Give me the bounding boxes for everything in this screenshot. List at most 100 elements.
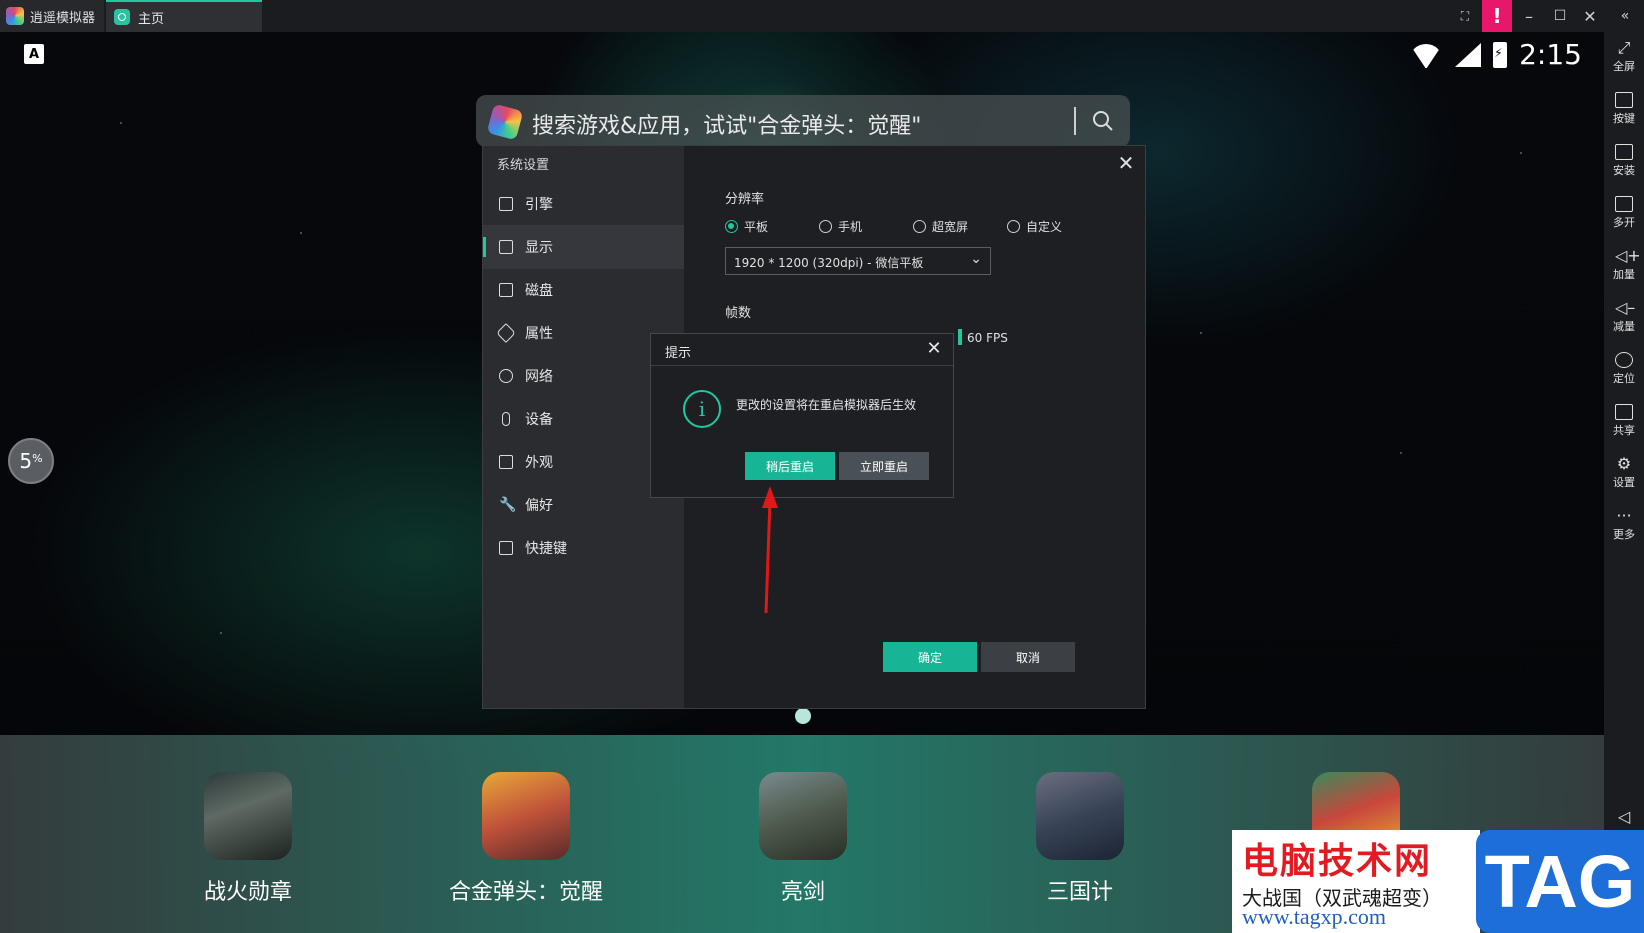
app-label: 三国计 xyxy=(1046,880,1113,905)
radio-phone[interactable]: 手机 xyxy=(819,218,862,235)
disk-icon xyxy=(499,283,513,297)
back-button[interactable]: ◁ xyxy=(1604,807,1644,826)
radio-button[interactable] xyxy=(725,220,738,233)
nav-label: 设备 xyxy=(525,412,553,428)
radio-button[interactable] xyxy=(913,220,926,233)
signal-icon xyxy=(1455,42,1482,67)
radio-label: 超宽屏 xyxy=(932,220,969,234)
app-sanguoji[interactable]: 三国计 xyxy=(970,772,1190,906)
more-icon: ··· xyxy=(1616,506,1632,525)
watermark-site-name: 电脑技术网 xyxy=(1242,841,1433,882)
engine-icon xyxy=(499,197,513,211)
search-divider xyxy=(1074,107,1076,135)
volume-down-icon: ◁– xyxy=(1615,298,1636,317)
fullscreen-icon: ⤢ xyxy=(1617,38,1631,57)
radio-label: 手机 xyxy=(838,220,863,234)
wifi-icon xyxy=(1409,42,1443,68)
sidebar-fullscreen[interactable]: ⤢ 全屏 xyxy=(1604,40,1644,74)
settings-close-icon[interactable]: ✕ xyxy=(1115,152,1137,174)
watermark: 电脑技术网 大战国（双武魂超变） www.tagxp.com TAG xyxy=(1232,830,1644,933)
nav-display[interactable]: 显示 xyxy=(483,225,684,269)
progress-value: 5 xyxy=(19,449,33,473)
app-icon[interactable] xyxy=(759,772,847,860)
app-label: 战火勋章 xyxy=(203,880,292,905)
wrench-icon: 🔧 xyxy=(499,497,517,513)
progress-bubble[interactable]: 5% xyxy=(8,438,54,484)
cancel-button[interactable]: 取消 xyxy=(981,642,1075,672)
radio-label: 自定义 xyxy=(1026,220,1063,234)
app-name: 逍遥模拟器 xyxy=(30,10,96,26)
app-icon[interactable] xyxy=(482,772,570,860)
sidebar-volume-down[interactable]: ◁– 减量 xyxy=(1604,300,1644,334)
folder-icon xyxy=(1615,404,1633,420)
nav-label: 显示 xyxy=(525,240,553,256)
restart-now-button[interactable]: 立即重启 xyxy=(839,452,929,480)
radio-custom[interactable]: 自定义 xyxy=(1007,218,1062,235)
sidebar-label: 多开 xyxy=(1613,216,1635,229)
nav-label: 快捷键 xyxy=(525,541,567,557)
apk-icon xyxy=(1615,144,1633,160)
tag-icon xyxy=(496,323,516,343)
sidebar-install-apk[interactable]: 安装 xyxy=(1604,144,1644,178)
app-icon[interactable] xyxy=(1036,772,1124,860)
nav-label: 磁盘 xyxy=(525,283,553,299)
title-bar: 逍遥模拟器 主页 ⛶ ! – ☐ ✕ « xyxy=(0,0,1644,32)
app-label: 亮剑 xyxy=(780,880,825,905)
app-title: 逍遥模拟器 xyxy=(0,0,104,32)
volume-up-icon: ◁+ xyxy=(1615,246,1641,265)
prompt-close-icon[interactable]: ✕ xyxy=(923,338,945,360)
sidebar-keymap[interactable]: 按键 xyxy=(1604,92,1644,126)
sidebar-label: 共享 xyxy=(1613,424,1635,437)
search-bar[interactable]: 搜索游戏&应用，试试"合金弹头：觉醒" xyxy=(476,95,1130,147)
notification-badge: A xyxy=(24,44,44,64)
sidebar-label: 设置 xyxy=(1613,476,1635,489)
emulator-toolbar: ⤢ 全屏 按键 安装 多开 ◁+ 加量 ◁– 减量 定位 共享 ⚙ 设置 ···… xyxy=(1604,32,1644,933)
sidebar-label: 按键 xyxy=(1613,112,1635,125)
app-metal-slug[interactable]: 合金弹头：觉醒 xyxy=(416,772,636,906)
sidebar-label: 更多 xyxy=(1613,528,1635,541)
clock-time: 2:15 xyxy=(1519,38,1582,71)
tab-home-label: 主页 xyxy=(138,11,165,27)
nav-engine[interactable]: 引擎 xyxy=(483,182,684,226)
ok-button[interactable]: 确定 xyxy=(883,642,977,672)
sidebar-label: 减量 xyxy=(1613,320,1635,333)
collapse-icon[interactable]: « xyxy=(1610,0,1640,32)
search-icon[interactable] xyxy=(1092,110,1114,132)
gear-icon: ⚙ xyxy=(1616,454,1632,473)
app-zhanhuo[interactable]: 战火勋章 xyxy=(138,772,358,906)
restart-prompt-dialog: 提示 ✕ i 更改的设置将在重启模拟器后生效 稍后重启 立即重启 xyxy=(650,333,954,498)
radio-button[interactable] xyxy=(819,220,832,233)
home-tab-icon xyxy=(114,9,130,25)
back-icon: ◁ xyxy=(1617,807,1631,826)
radio-button[interactable] xyxy=(1007,220,1020,233)
alert-icon[interactable]: ! xyxy=(1482,0,1512,32)
sidebar-multi-instance[interactable]: 多开 xyxy=(1604,196,1644,230)
close-icon[interactable]: ✕ xyxy=(1575,0,1605,32)
app-store-logo-icon xyxy=(486,103,524,141)
app-label: 合金弹头：觉醒 xyxy=(448,880,603,905)
sidebar-share[interactable]: 共享 xyxy=(1604,404,1644,438)
sidebar-label: 安装 xyxy=(1613,164,1635,177)
screenshot-icon[interactable]: ⛶ xyxy=(1450,0,1480,32)
radio-tablet[interactable]: 平板 xyxy=(725,218,768,235)
sidebar-volume-up[interactable]: ◁+ 加量 xyxy=(1604,248,1644,282)
window-icon xyxy=(499,455,513,469)
tab-home[interactable]: 主页 xyxy=(106,0,262,32)
sidebar-location[interactable]: 定位 xyxy=(1604,352,1644,386)
radio-ultrawide[interactable]: 超宽屏 xyxy=(913,218,968,235)
sidebar-more[interactable]: ··· 更多 xyxy=(1604,508,1644,542)
nav-label: 网络 xyxy=(525,369,553,385)
search-placeholder[interactable]: 搜索游戏&应用，试试"合金弹头：觉醒" xyxy=(532,108,921,140)
sidebar-settings[interactable]: ⚙ 设置 xyxy=(1604,456,1644,490)
nav-disk[interactable]: 磁盘 xyxy=(483,268,684,312)
resolution-select[interactable]: 1920 * 1200 (320dpi) - 微信平板 ⌄ xyxy=(725,247,991,275)
nav-shortcuts[interactable]: 快捷键 xyxy=(483,526,684,570)
minimize-icon[interactable]: – xyxy=(1514,0,1544,32)
app-liangjian[interactable]: 亮剑 xyxy=(693,772,913,906)
restart-later-button[interactable]: 稍后重启 xyxy=(745,452,835,480)
app-icon[interactable] xyxy=(204,772,292,860)
fps-slider-handle[interactable] xyxy=(958,329,962,345)
sidebar-label: 加量 xyxy=(1613,268,1635,281)
nav-label: 外观 xyxy=(525,455,553,471)
maximize-icon[interactable]: ☐ xyxy=(1545,0,1575,32)
